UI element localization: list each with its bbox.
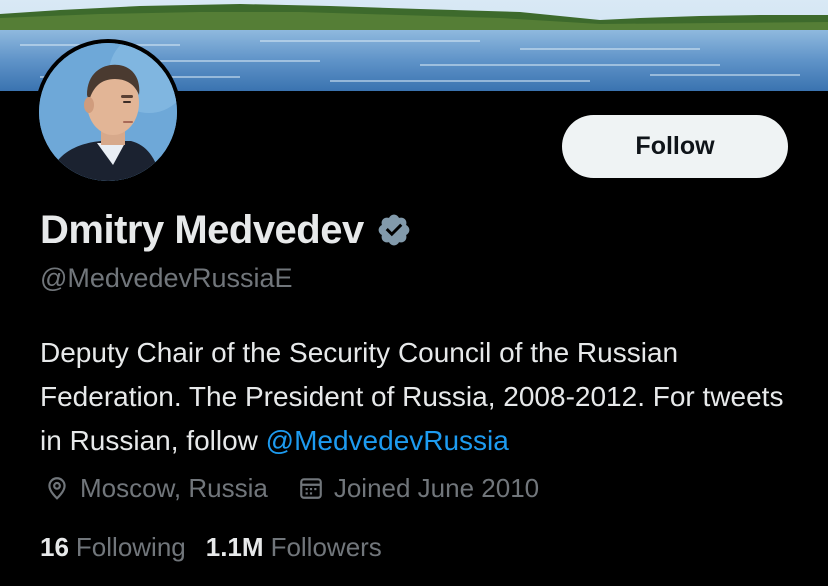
profile-avatar[interactable] [35, 39, 181, 185]
avatar-photo [39, 43, 177, 181]
profile-joined-date: Joined June 2010 [298, 473, 539, 504]
following-link[interactable]: 16 Following [40, 532, 186, 563]
profile-meta-row: Moscow, Russia Joined June 2010 [44, 470, 539, 506]
joined-text: Joined June 2010 [333, 472, 540, 503]
profile-name-row: Dmitry Medvedev [40, 203, 412, 257]
profile-display-name: Dmitry Medvedev [40, 207, 364, 252]
following-label: Following [75, 531, 186, 562]
profile-handle: @MedvedevRussiaE [40, 263, 293, 293]
profile-stats-row: 16 Following 1.1M Followers [40, 529, 382, 565]
followers-label: Followers [270, 531, 382, 562]
map-pin-icon [44, 475, 70, 501]
followers-link[interactable]: 1.1M Followers [206, 532, 382, 563]
profile-page: Follow Dmitry Medvedev @MedvedevRussiaE … [0, 0, 828, 586]
bio-mention-link[interactable]: @MedvedevRussia [266, 425, 509, 456]
following-count: 16 [40, 531, 69, 562]
profile-location: Moscow, Russia [44, 473, 268, 504]
profile-bio: Deputy Chair of the Security Council of … [40, 331, 810, 463]
location-text: Moscow, Russia [80, 472, 268, 503]
followers-count: 1.1M [205, 531, 264, 562]
follow-button[interactable]: Follow [562, 115, 788, 178]
calendar-icon [298, 475, 324, 501]
verified-badge-icon[interactable] [376, 212, 412, 248]
